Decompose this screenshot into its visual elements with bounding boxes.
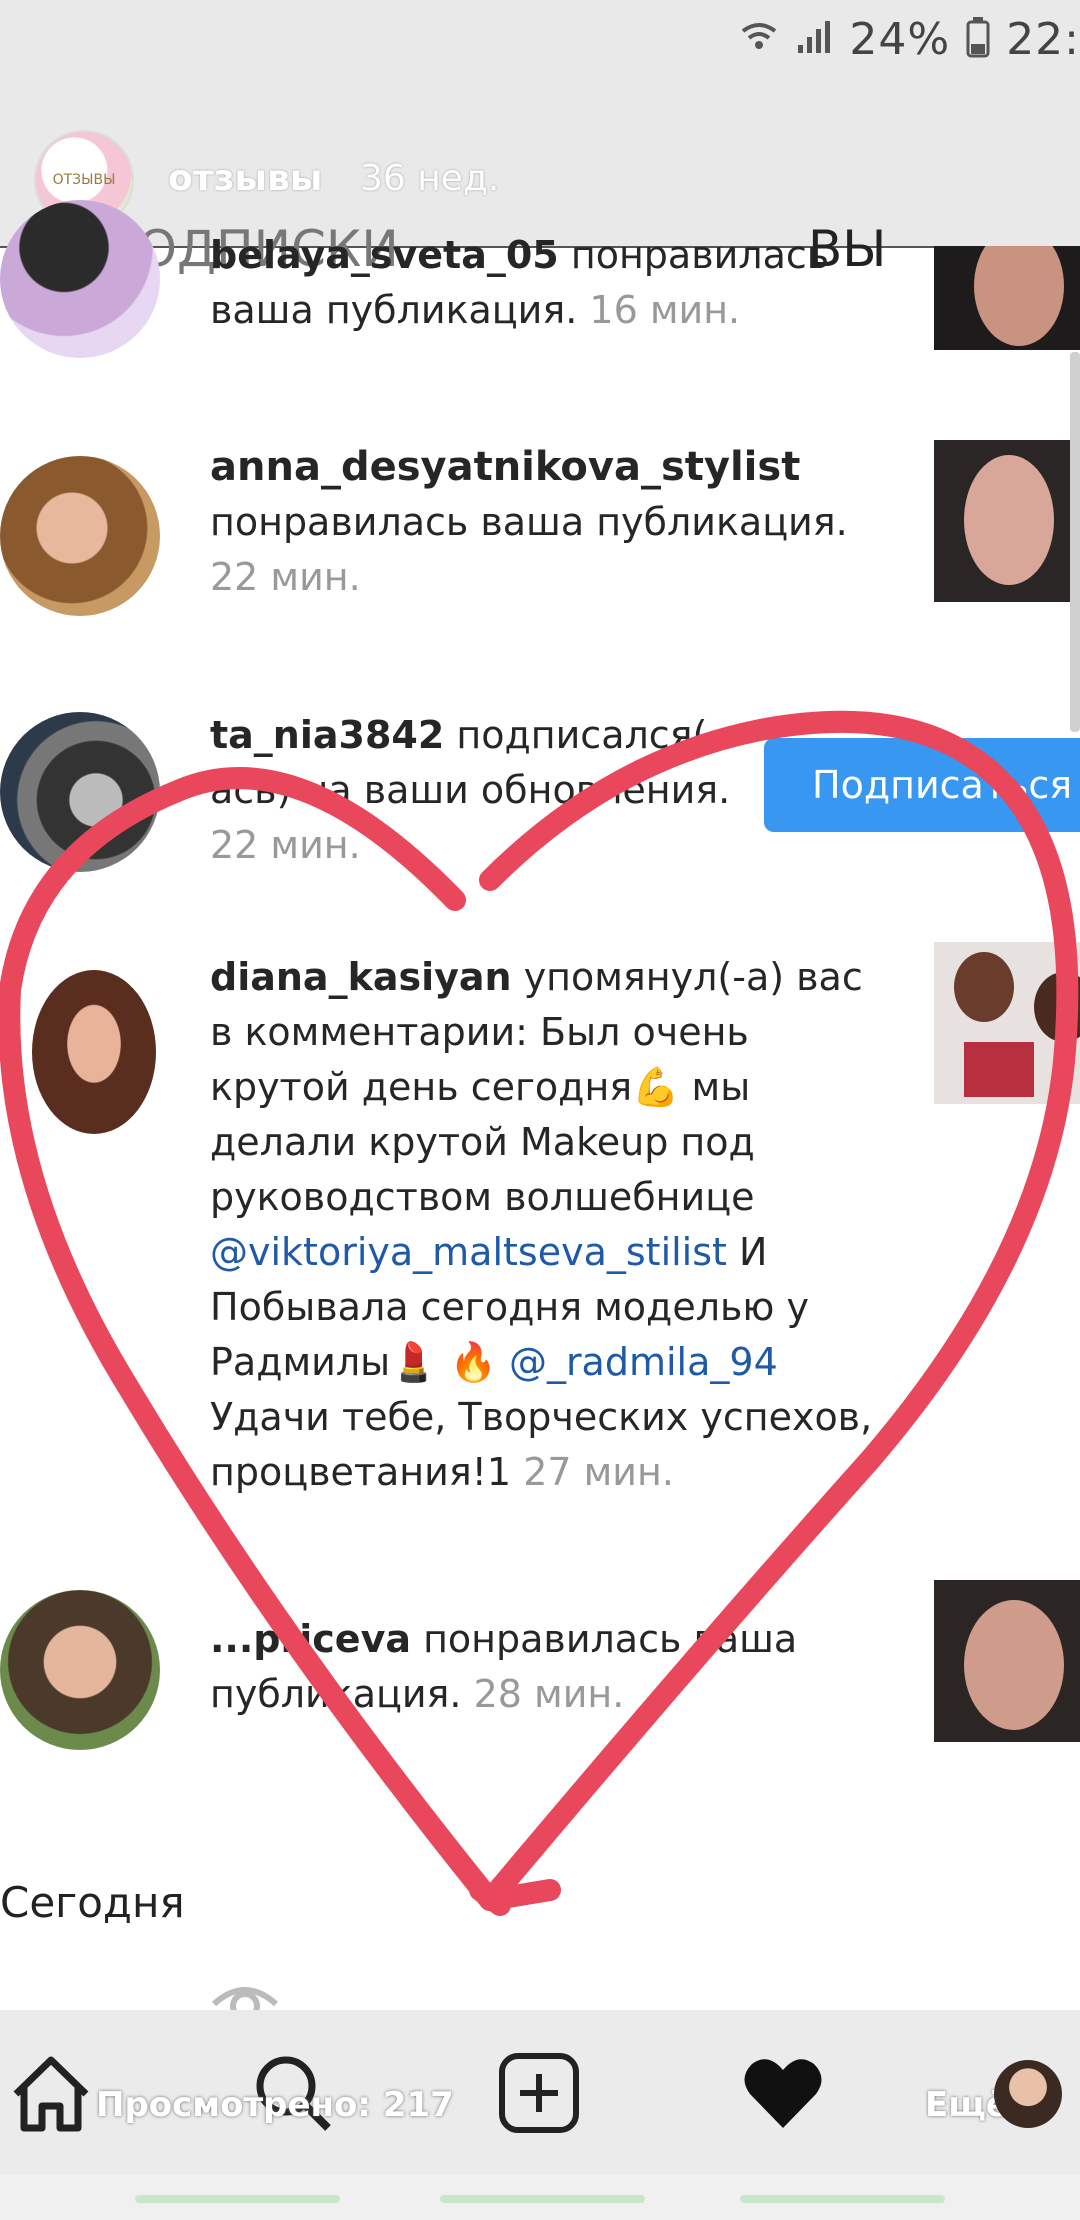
notification-text: belaya_sveta_05 понравилась ваша публика…	[210, 236, 890, 338]
avatar[interactable]	[0, 712, 160, 872]
notification-time: 22 мин.	[210, 823, 361, 867]
notification-user[interactable]: diana_kasiyan	[210, 955, 512, 999]
battery-percent: 24%	[849, 14, 951, 65]
status-bar: 24% 22:	[0, 0, 1080, 80]
notification-text: ...priceva понравилась ваша публикация. …	[210, 1612, 890, 1722]
notification-text: anna_desyatnikova_stylist понравилась ва…	[210, 440, 890, 605]
avatar[interactable]	[32, 970, 156, 1134]
nav-pill	[440, 2195, 645, 2203]
mention-link[interactable]: @viktoriya_maltseva_stilist	[210, 1230, 727, 1274]
wifi-icon	[739, 17, 779, 68]
viewed-count[interactable]: Просмотрено: 217	[96, 2085, 454, 2125]
nav-pill	[135, 2195, 340, 2203]
follow-button[interactable]: Подписаться	[764, 738, 1080, 832]
status-indicators: 24% 22:	[739, 14, 1080, 69]
heart-stroke-end	[469, 1879, 561, 1916]
notification-time: 28 мин.	[473, 1672, 625, 1716]
notification-user[interactable]: belaya_sveta_05	[210, 236, 559, 277]
notification-text: ta_nia3842 подписался(-ась) на ваши обно…	[210, 708, 750, 873]
post-thumbnail[interactable]	[934, 246, 1080, 350]
story-avatar-text: ОТЗЫВЫ	[52, 172, 116, 188]
post-thumbnail[interactable]	[934, 1580, 1080, 1742]
nav-pill	[740, 2195, 945, 2203]
notification-time: 27 мин.	[523, 1450, 674, 1494]
system-nav-bar	[0, 2175, 1080, 2220]
notification-text: diana_kasiyan упомянул(-а) вас в коммент…	[210, 950, 890, 1500]
avatar[interactable]	[0, 200, 160, 358]
avatar[interactable]	[994, 2060, 1062, 2128]
story-header: ОТЗЫВЫ отзывы 36 нед. ПОДПИСКИ ВЫ	[0, 80, 1080, 278]
story-username[interactable]: отзывы	[168, 158, 322, 199]
post-thumbnail[interactable]	[934, 942, 1080, 1104]
section-today: Сегодня	[0, 1878, 185, 1927]
notification-user[interactable]: ...priceva	[210, 1617, 411, 1661]
clock: 22:	[1006, 14, 1080, 65]
notification-time: 16 мин.	[589, 288, 741, 332]
avatar[interactable]	[0, 1590, 160, 1750]
notification-time: 22 мин.	[210, 555, 361, 599]
mention-link[interactable]: @_radmila_94	[509, 1340, 778, 1384]
add-icon[interactable]	[496, 2050, 582, 2140]
battery-icon	[965, 16, 991, 69]
signal-icon	[794, 17, 834, 68]
notification-user[interactable]: anna_desyatnikova_stylist	[210, 440, 890, 495]
notification-action: понравилась ваша публикация.	[210, 500, 848, 544]
post-thumbnail[interactable]	[934, 440, 1080, 602]
notification-user[interactable]: ta_nia3842	[210, 713, 444, 757]
avatar[interactable]	[0, 456, 160, 616]
scrollbar[interactable]	[1070, 352, 1080, 732]
heart-icon[interactable]	[740, 2050, 826, 2140]
home-icon[interactable]	[8, 2050, 94, 2140]
story-age: 36 нед.	[360, 158, 500, 199]
